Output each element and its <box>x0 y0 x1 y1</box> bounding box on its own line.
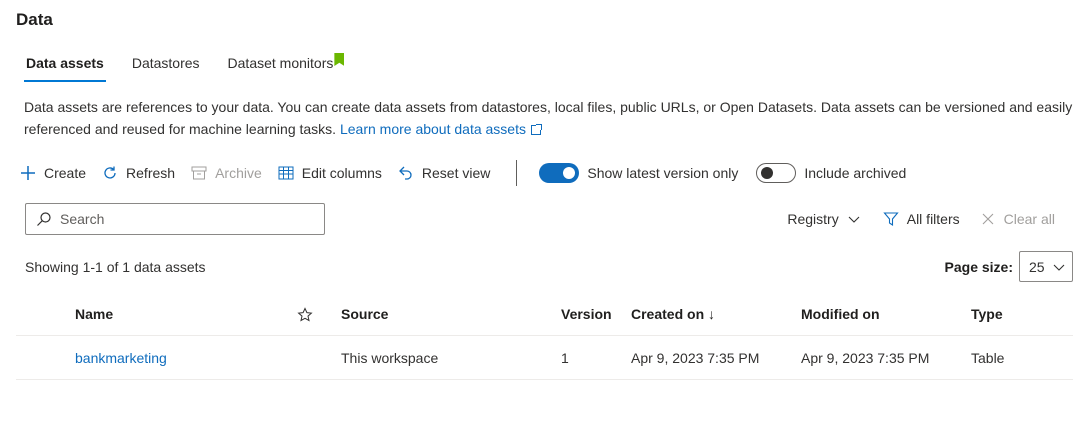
chevron-down-icon <box>848 216 860 223</box>
toggle-knob <box>761 167 774 179</box>
preview-flag-icon <box>334 53 345 66</box>
page-size-dropdown[interactable]: 25 <box>1019 251 1073 282</box>
reset-view-label: Reset view <box>421 165 491 181</box>
page-size-label: Page size: <box>944 258 1013 275</box>
tab-datastores[interactable]: Datastores <box>122 52 210 82</box>
asset-created-cell: Apr 9, 2023 7:35 PM <box>631 350 760 366</box>
include-archived-toggle-group: Include archived <box>756 163 906 183</box>
filter-bar: Registry All filters Clear all <box>787 208 1055 230</box>
clear-all-label: Clear all <box>1003 211 1055 227</box>
clear-all-button[interactable]: Clear all <box>982 211 1055 227</box>
table-columns-icon <box>278 166 294 180</box>
registry-label: Registry <box>787 211 839 227</box>
tab-dataset-monitors-label: Dataset monitors <box>227 55 334 71</box>
reset-view-button[interactable]: Reset view <box>398 165 490 181</box>
archive-label: Archive <box>215 165 262 181</box>
favorite-column-header[interactable] <box>297 292 313 336</box>
column-header-source[interactable]: Source <box>341 292 388 336</box>
toolbar-divider <box>516 160 518 186</box>
search-box <box>25 203 325 235</box>
all-filters-label: All filters <box>906 211 960 227</box>
asset-modified-cell: Apr 9, 2023 7:35 PM <box>801 350 930 366</box>
edit-columns-label: Edit columns <box>301 165 382 181</box>
refresh-button[interactable]: Refresh <box>102 165 175 181</box>
show-latest-label: Show latest version only <box>587 165 739 181</box>
asset-version-cell: 1 <box>561 350 569 366</box>
refresh-label: Refresh <box>126 165 176 181</box>
create-button[interactable]: Create <box>20 165 86 181</box>
search-input[interactable] <box>60 211 310 227</box>
close-icon <box>982 213 994 225</box>
table-header-row: Name Source Version Created on ↓ Modifie… <box>16 292 1073 336</box>
column-header-created-on[interactable]: Created on ↓ <box>631 292 715 336</box>
search-icon <box>37 212 51 226</box>
create-label: Create <box>44 165 87 181</box>
tab-data-assets[interactable]: Data assets <box>16 52 114 82</box>
registry-dropdown[interactable]: Registry <box>787 211 860 227</box>
chevron-down-icon <box>1053 264 1065 271</box>
tab-bar: Data assets Datastores Dataset monitors <box>16 52 351 85</box>
column-header-type[interactable]: Type <box>971 292 1003 336</box>
asset-name-link[interactable]: bankmarketing <box>75 350 167 366</box>
undo-icon <box>398 166 412 180</box>
table-row[interactable]: bankmarketing This workspace 1 Apr 9, 20… <box>16 336 1073 380</box>
asset-name-cell: bankmarketing <box>75 336 167 380</box>
all-filters-button[interactable]: All filters <box>883 211 960 227</box>
show-latest-toggle-group: Show latest version only <box>539 163 738 183</box>
learn-more-label: Learn more about data assets <box>339 121 526 137</box>
results-count: Showing 1-1 of 1 data assets <box>25 259 206 275</box>
learn-more-link[interactable]: Learn more about data assets <box>339 121 542 137</box>
page-size-control: Page size: 25 <box>945 251 1073 282</box>
page-size-value: 25 <box>1029 258 1045 275</box>
page-title: Data <box>16 10 53 29</box>
page-description: Data assets are references to your data.… <box>24 96 1074 140</box>
data-assets-table: Name Source Version Created on ↓ Modifie… <box>16 292 1073 380</box>
column-header-name[interactable]: Name <box>75 292 113 336</box>
edit-columns-button[interactable]: Edit columns <box>278 165 382 181</box>
plus-icon <box>21 166 35 180</box>
external-link-icon <box>530 124 542 135</box>
refresh-icon <box>104 166 116 179</box>
asset-source-cell: This workspace <box>341 350 439 366</box>
description-text: Data assets are references to your data.… <box>24 99 1073 137</box>
include-archived-label: Include archived <box>804 165 907 181</box>
tab-dataset-monitors[interactable]: Dataset monitors <box>218 52 345 82</box>
asset-type-cell: Table <box>971 350 1005 366</box>
star-icon <box>297 307 313 322</box>
column-header-version[interactable]: Version <box>561 292 612 336</box>
include-archived-toggle[interactable] <box>756 163 797 183</box>
show-latest-toggle[interactable] <box>539 163 580 183</box>
filter-icon <box>883 212 899 227</box>
command-bar: Create Refresh Archive Edit columns Rese… <box>20 160 924 186</box>
toggle-knob <box>563 167 576 179</box>
column-header-modified-on[interactable]: Modified on <box>801 292 880 336</box>
archive-icon <box>191 166 207 180</box>
archive-button[interactable]: Archive <box>191 165 262 181</box>
